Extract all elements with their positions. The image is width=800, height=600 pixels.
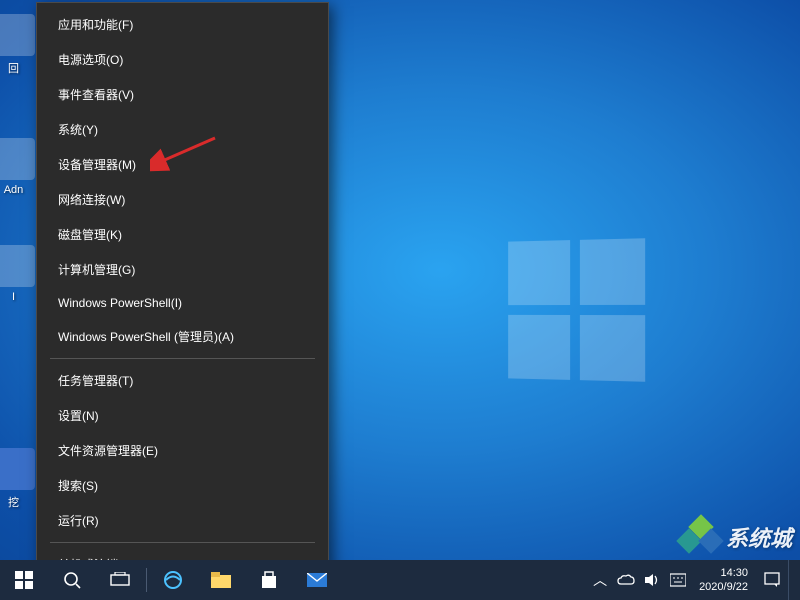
menu-item-disk-management[interactable]: 磁盘管理(K) bbox=[38, 217, 327, 252]
desktop-icon[interactable]: 回 bbox=[0, 14, 41, 76]
desktop-icon[interactable]: I bbox=[0, 245, 41, 303]
clock-date: 2020/9/22 bbox=[699, 580, 748, 594]
task-view-button[interactable] bbox=[96, 560, 144, 600]
pinned-app-mail[interactable] bbox=[293, 560, 341, 600]
menu-item-label: 计算机管理(G) bbox=[58, 261, 135, 278]
pinned-app-store[interactable] bbox=[245, 560, 293, 600]
search-icon bbox=[63, 571, 81, 589]
menu-item-label: 文件资源管理器(E) bbox=[58, 442, 158, 459]
menu-separator bbox=[50, 358, 315, 359]
desktop-icon[interactable]: 挖 bbox=[0, 448, 41, 510]
menu-item-label: Windows PowerShell(I) bbox=[58, 296, 182, 310]
desktop[interactable]: 回 Adn I 挖 应用和功能(F) 电源选项(O) 事件查看器(V) 系统(Y… bbox=[0, 0, 800, 600]
start-button[interactable] bbox=[0, 560, 48, 600]
menu-separator bbox=[50, 542, 315, 543]
desktop-icon-label: Adn bbox=[4, 184, 24, 196]
tray-overflow-button[interactable]: ︿ bbox=[587, 560, 613, 600]
menu-item-label: 设置(N) bbox=[58, 407, 99, 424]
menu-item-label: 搜索(S) bbox=[58, 477, 98, 494]
speaker-icon bbox=[644, 573, 660, 587]
app-icon bbox=[0, 245, 35, 287]
file-explorer-icon bbox=[211, 572, 231, 588]
menu-item-label: 设备管理器(M) bbox=[58, 156, 136, 173]
cloud-icon bbox=[617, 574, 635, 586]
menu-item-label: Windows PowerShell (管理员)(A) bbox=[58, 328, 234, 345]
folder-icon bbox=[0, 138, 35, 180]
desktop-icon[interactable]: Adn bbox=[0, 138, 41, 196]
menu-item-label: 任务管理器(T) bbox=[58, 372, 133, 389]
desktop-icon-label: 回 bbox=[8, 63, 19, 75]
menu-item-powershell[interactable]: Windows PowerShell(I) bbox=[38, 287, 327, 319]
pinned-app-explorer[interactable] bbox=[197, 560, 245, 600]
desktop-icon-label: 挖 bbox=[8, 497, 19, 509]
menu-item-file-explorer[interactable]: 文件资源管理器(E) bbox=[38, 433, 327, 468]
menu-item-power-options[interactable]: 电源选项(O) bbox=[38, 42, 327, 77]
menu-item-label: 系统(Y) bbox=[58, 121, 98, 138]
show-desktop-button[interactable] bbox=[788, 560, 794, 600]
wallpaper-windows-logo bbox=[508, 238, 645, 381]
menu-item-label: 应用和功能(F) bbox=[58, 16, 133, 33]
menu-item-system[interactable]: 系统(Y) bbox=[38, 112, 327, 147]
menu-item-label: 磁盘管理(K) bbox=[58, 226, 122, 243]
mail-icon bbox=[307, 573, 327, 587]
menu-item-label: 运行(R) bbox=[58, 512, 99, 529]
windows-start-icon bbox=[15, 571, 33, 589]
menu-item-device-manager[interactable]: 设备管理器(M) bbox=[38, 147, 327, 182]
task-view-icon bbox=[110, 572, 130, 588]
winx-context-menu: 应用和功能(F) 电源选项(O) 事件查看器(V) 系统(Y) 设备管理器(M)… bbox=[36, 2, 329, 600]
menu-item-label: 电源选项(O) bbox=[58, 51, 123, 68]
watermark-text: 系统城 bbox=[726, 521, 792, 553]
desktop-icon-label: I bbox=[12, 291, 15, 303]
action-center-button[interactable] bbox=[756, 560, 788, 600]
menu-item-search[interactable]: 搜索(S) bbox=[38, 468, 327, 503]
tray-volume[interactable] bbox=[639, 560, 665, 600]
menu-item-settings[interactable]: 设置(N) bbox=[38, 398, 327, 433]
edge-icon bbox=[164, 571, 182, 589]
menu-item-powershell-admin[interactable]: Windows PowerShell (管理员)(A) bbox=[38, 319, 327, 354]
menu-item-task-manager[interactable]: 任务管理器(T) bbox=[38, 363, 327, 398]
taskbar-clock[interactable]: 14:30 2020/9/22 bbox=[691, 560, 756, 600]
menu-item-network-connections[interactable]: 网络连接(W) bbox=[38, 182, 327, 217]
search-button[interactable] bbox=[48, 560, 96, 600]
chevron-up-icon: ︿ bbox=[593, 570, 607, 590]
taskbar-separator bbox=[146, 568, 147, 592]
keyboard-icon bbox=[670, 573, 686, 587]
tray-onedrive[interactable] bbox=[613, 560, 639, 600]
store-icon bbox=[260, 571, 278, 589]
notification-icon bbox=[764, 572, 780, 588]
clock-time: 14:30 bbox=[720, 566, 748, 580]
menu-item-label: 网络连接(W) bbox=[58, 191, 125, 208]
menu-item-event-viewer[interactable]: 事件查看器(V) bbox=[38, 77, 327, 112]
watermark: 系统城 bbox=[678, 518, 792, 556]
menu-item-run[interactable]: 运行(R) bbox=[38, 503, 327, 538]
tray-ime[interactable] bbox=[665, 560, 691, 600]
menu-item-apps-and-features[interactable]: 应用和功能(F) bbox=[38, 7, 327, 42]
menu-item-label: 事件查看器(V) bbox=[58, 86, 134, 103]
taskbar: ︿ 14:30 2020/9/22 bbox=[0, 560, 800, 600]
app-icon bbox=[0, 448, 35, 490]
recycle-bin-icon bbox=[0, 14, 35, 56]
menu-item-computer-management[interactable]: 计算机管理(G) bbox=[38, 252, 327, 287]
pinned-app-edge[interactable] bbox=[149, 560, 197, 600]
watermark-logo-icon bbox=[678, 518, 722, 556]
